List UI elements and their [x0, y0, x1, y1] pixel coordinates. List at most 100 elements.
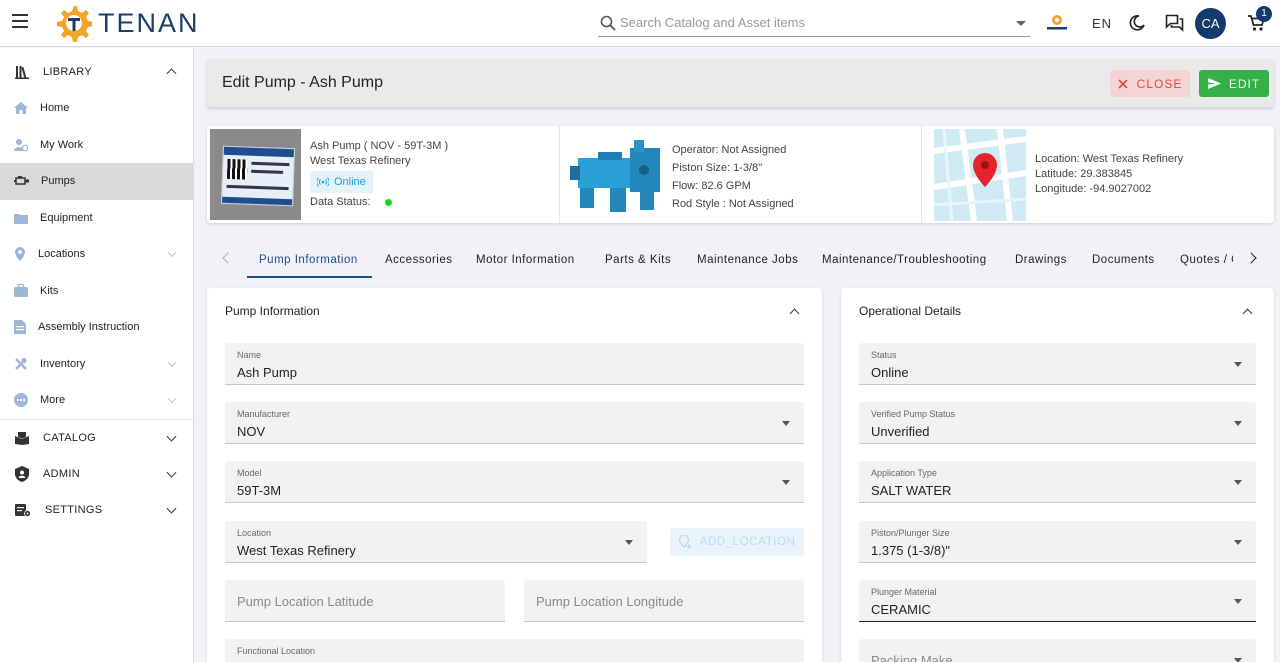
- pump-image[interactable]: [570, 136, 665, 214]
- sidebar-item-label: Home: [40, 102, 70, 115]
- user-avatar[interactable]: CA: [1195, 8, 1226, 39]
- field-value: NOV: [237, 424, 266, 439]
- tab-scroll-right-icon[interactable]: [1245, 252, 1257, 264]
- data-status: Data Status:: [310, 195, 448, 210]
- map-thumbnail[interactable]: [934, 129, 1026, 221]
- sidebar-item-inventory[interactable]: Inventory: [0, 346, 193, 383]
- name-field[interactable]: Name Ash Pump: [225, 343, 804, 385]
- dropdown-arrow-icon: [1234, 540, 1242, 545]
- sidebar-item-equipment[interactable]: Equipment: [0, 200, 193, 237]
- dropdown-arrow-icon: [1234, 480, 1242, 485]
- field-value: 59T-3M: [237, 483, 282, 498]
- tab-parts-kits[interactable]: Parts & Kits: [605, 254, 671, 266]
- tab-scroll-left-icon[interactable]: [222, 252, 234, 264]
- functional-location-field[interactable]: Functional Location: [225, 639, 804, 662]
- sidebar-section-library[interactable]: LIBRARY: [0, 54, 193, 90]
- chevron-down-icon: [167, 248, 177, 258]
- more-icon: [14, 393, 28, 408]
- sidebar-item-label: Equipment: [40, 211, 93, 224]
- latitude-input[interactable]: Pump Location Latitude: [225, 580, 505, 622]
- search-input[interactable]: [620, 15, 1000, 30]
- chevron-up-icon[interactable]: [789, 308, 800, 319]
- field-value: West Texas Refinery: [237, 543, 356, 558]
- sidebar-section-settings[interactable]: SETTINGS: [0, 492, 193, 528]
- home-icon: [14, 102, 28, 115]
- sidebar-section-label: ADMIN: [43, 467, 80, 480]
- settings-icon: [15, 503, 31, 517]
- sidebar-item-locations[interactable]: Locations: [0, 236, 193, 273]
- language-selector[interactable]: EN: [1092, 16, 1112, 31]
- chevron-down-icon: [166, 431, 177, 442]
- model-select[interactable]: Model 59T-3M: [225, 461, 804, 503]
- online-badge: Online: [310, 171, 373, 193]
- add-location-button[interactable]: ADD_LOCATION: [670, 528, 804, 556]
- asset-tag-graphic: [221, 145, 295, 207]
- field-label: Status: [871, 350, 897, 360]
- verified-status-select[interactable]: Verified Pump Status Unverified: [859, 402, 1256, 444]
- tab-pump-information[interactable]: Pump Information: [259, 254, 358, 266]
- sidebar-item-assembly-instruction[interactable]: Assembly Instruction: [0, 309, 193, 346]
- piston-size-select[interactable]: Piston/Plunger Size 1.375 (1-3/8)": [859, 521, 1256, 563]
- tab-quotes-orders[interactable]: Quotes / Orders: [1180, 254, 1233, 266]
- sidebar-item-pumps[interactable]: Pumps: [0, 163, 193, 200]
- page-title: Edit Pump - Ash Pump: [222, 74, 383, 91]
- asset-tag-image[interactable]: [210, 129, 301, 220]
- field-label: Location: [237, 528, 272, 538]
- field-label: Application Type: [871, 468, 937, 478]
- tab-maintenance-jobs[interactable]: Maintenance Jobs: [697, 254, 798, 266]
- tab-drawings[interactable]: Drawings: [1015, 254, 1067, 266]
- sidebar-item-more[interactable]: More: [0, 382, 193, 419]
- sidebar-item-my-work[interactable]: My Work: [0, 127, 193, 164]
- asset-info: Ash Pump ( NOV - 59T-3M ) West Texas Ref…: [310, 139, 448, 210]
- dropdown-arrow-icon: [782, 480, 790, 485]
- packing-make-select[interactable]: Packing Make: [859, 639, 1256, 662]
- sidebar-item-label: Locations: [38, 248, 86, 261]
- pump-information-panel: Pump Information Name Ash Pump Manufactu…: [207, 288, 822, 662]
- field-value: 1.375 (1-3/8)": [871, 543, 951, 558]
- asset-summary: Ash Pump ( NOV - 59T-3M ) West Texas Ref…: [207, 126, 560, 223]
- tab-documents[interactable]: Documents: [1092, 254, 1155, 266]
- chevron-down-icon: [166, 503, 177, 514]
- edit-button[interactable]: EDIT: [1199, 70, 1269, 97]
- asset-location: West Texas Refinery: [310, 155, 411, 167]
- field-value: Unverified: [871, 424, 930, 439]
- chevron-up-icon[interactable]: [1242, 308, 1253, 319]
- tab-motor-information[interactable]: Motor Information: [476, 254, 575, 266]
- piston-size-text: Piston Size: 1-3/8": [672, 162, 763, 174]
- pump-specs: Operator: Not Assigned Piston Size: 1-3/…: [672, 141, 794, 213]
- sidebar-item-label: My Work: [40, 138, 84, 151]
- add-location-icon: [678, 535, 692, 549]
- longitude-input[interactable]: Pump Location Longitude: [524, 580, 804, 622]
- dropdown-arrow-icon: [1234, 658, 1242, 662]
- tab-accessories[interactable]: Accessories: [385, 254, 453, 266]
- plunger-material-select[interactable]: Plunger Material CERAMIC: [859, 580, 1256, 622]
- latitude-text: Latitude: 29.383845: [1035, 168, 1133, 180]
- menu-icon[interactable]: [12, 14, 28, 28]
- tab-maintenance-troubleshooting[interactable]: Maintenance/Troubleshooting: [822, 254, 987, 266]
- status-select[interactable]: Status Online: [859, 343, 1256, 385]
- edit-button-label: EDIT: [1228, 76, 1261, 91]
- chevron-down-icon: [167, 358, 177, 367]
- chat-icon[interactable]: [1165, 14, 1184, 32]
- operational-details-panel: Operational Details Status Online Verifi…: [841, 288, 1274, 662]
- app-logo[interactable]: TENAN: [56, 4, 200, 42]
- dark-mode-icon[interactable]: [1128, 14, 1146, 32]
- location-text: Location: West Texas Refinery: [1035, 153, 1184, 165]
- sidebar-item-label: Inventory: [40, 357, 86, 370]
- dropdown-arrow-icon: [782, 421, 790, 426]
- close-button[interactable]: CLOSE: [1110, 70, 1190, 97]
- tenant-logo-icon[interactable]: [1043, 14, 1071, 32]
- location-select[interactable]: Location West Texas Refinery: [225, 521, 647, 563]
- search-icon: [600, 15, 616, 31]
- edit-header: Edit Pump - Ash Pump CLOSE EDIT: [207, 59, 1274, 107]
- dropdown-arrow-icon: [1234, 362, 1242, 367]
- online-label: Online: [334, 175, 366, 188]
- manufacturer-select[interactable]: Manufacturer NOV: [225, 402, 804, 444]
- search-dropdown-icon[interactable]: [1016, 21, 1026, 26]
- sidebar-section-catalog[interactable]: CATALOG: [0, 420, 193, 456]
- sidebar-item-kits[interactable]: Kits: [0, 273, 193, 310]
- application-type-select[interactable]: Application Type SALT WATER: [859, 461, 1256, 503]
- sidebar-item-home[interactable]: Home: [0, 90, 193, 127]
- sidebar-section-admin[interactable]: ADMIN: [0, 456, 193, 492]
- search-bar[interactable]: [598, 12, 1030, 37]
